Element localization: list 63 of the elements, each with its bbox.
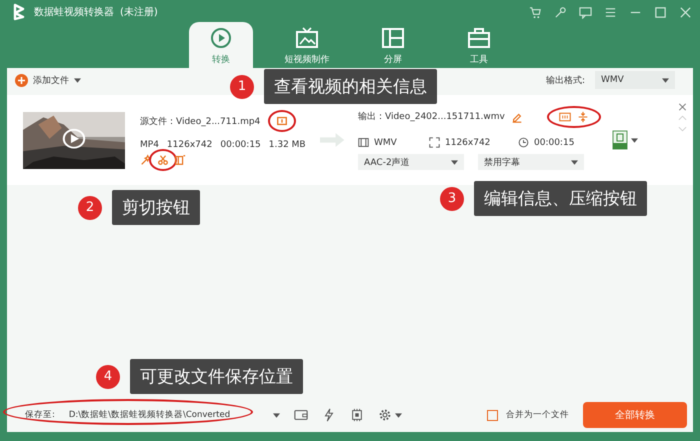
- cart-icon[interactable]: [529, 6, 542, 18]
- caret-icon: [451, 160, 458, 164]
- split-screen-icon: [380, 26, 406, 50]
- key-icon[interactable]: [554, 6, 567, 18]
- window-title: 数据蛙视频转换器: [34, 6, 114, 19]
- clock-icon: [518, 137, 529, 148]
- settings-icon[interactable]: [378, 408, 392, 422]
- folder-icon[interactable]: [294, 408, 308, 422]
- merge-checkbox[interactable]: [487, 410, 498, 420]
- file-meta: MP4: [140, 140, 159, 150]
- toolbox-icon: [466, 26, 492, 50]
- info-icon[interactable]: [276, 115, 288, 127]
- pencil-icon[interactable]: [510, 110, 523, 122]
- caret-icon: [571, 160, 578, 164]
- save-path-field[interactable]: D:\数据蛙\数据蛙视频转换器\Converted: [62, 409, 259, 421]
- output-format-label: 输出格式:: [546, 74, 585, 86]
- plus-icon: [15, 74, 28, 86]
- chip-off-icon[interactable]: [350, 408, 364, 422]
- hardware-acceleration-off-icon[interactable]: [322, 408, 336, 422]
- caret-icon[interactable]: [631, 138, 638, 142]
- tv-icon: [294, 26, 320, 50]
- tab[interactable]: 转换: [189, 22, 253, 68]
- annotation-label: 剪切按钮: [112, 190, 200, 225]
- add-file-button[interactable]: 添加文件: [15, 74, 81, 86]
- wmv-format-icon[interactable]: [612, 130, 628, 150]
- audio-track-dropdown[interactable]: AAC-2声道: [358, 154, 464, 170]
- scissors-icon[interactable]: [157, 154, 169, 166]
- video-info-icon[interactable]: [558, 110, 571, 122]
- annotation-label: 可更改文件保存位置: [130, 359, 303, 394]
- output-duration: 00:00:15: [534, 138, 574, 148]
- menu-icon[interactable]: [604, 6, 617, 18]
- registration-status: (未注册): [120, 6, 158, 19]
- file-meta: 00:00:15: [220, 140, 261, 150]
- compress-icon[interactable]: [576, 110, 589, 122]
- save-to-label: 保存至:: [25, 409, 55, 421]
- merge-label: 合并为一个文件: [506, 409, 569, 421]
- annotation-label: 查看视频的相关信息: [264, 69, 437, 104]
- output-resolution: 1126x742: [445, 138, 492, 148]
- source-file-name: 源文件：Video_2...711.mp4: [140, 116, 260, 128]
- tab[interactable]: 工具: [447, 22, 511, 68]
- caret-icon: [74, 78, 81, 82]
- maximize-icon[interactable]: [654, 6, 667, 18]
- edit-frame-icon[interactable]: [174, 154, 186, 166]
- subtitle-dropdown[interactable]: 禁用字幕: [478, 154, 584, 170]
- caret-icon[interactable]: [394, 412, 402, 418]
- convert-icon: [208, 26, 234, 50]
- output-format-dropdown[interactable]: WMV: [595, 71, 675, 89]
- close-icon[interactable]: [678, 103, 687, 111]
- chat-icon[interactable]: [579, 6, 592, 18]
- arrow-icon: [320, 131, 346, 149]
- annotation-label: 编辑信息、压缩按钮: [474, 181, 647, 216]
- magic-wand-icon[interactable]: [140, 154, 152, 166]
- caret-icon[interactable]: [272, 412, 280, 418]
- resize-icon: [429, 137, 440, 148]
- file-meta: 1.32 MB: [268, 140, 306, 150]
- tab[interactable]: 分屏: [361, 22, 425, 68]
- caret-icon: [662, 78, 669, 82]
- tab[interactable]: 短视频制作: [275, 22, 339, 68]
- output-file-name: 输出：Video_2402...151711.wmv: [358, 110, 505, 123]
- down-icon[interactable]: [678, 125, 687, 133]
- output-format: WMV: [374, 138, 398, 148]
- film-icon: [358, 137, 369, 148]
- file-meta: 1126x742: [166, 140, 212, 150]
